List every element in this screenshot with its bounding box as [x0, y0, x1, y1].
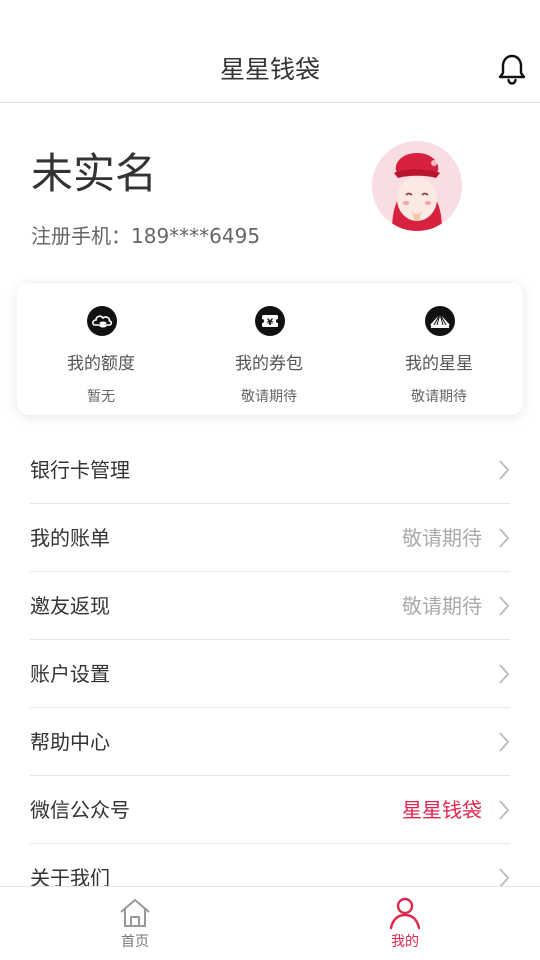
menu-item-bills[interactable]: 我的账单 敬请期待: [30, 504, 510, 572]
home-icon: [120, 899, 150, 927]
bell-icon[interactable]: [496, 52, 528, 86]
page-title: 星星钱袋: [219, 55, 320, 84]
menu-item-help-center[interactable]: 帮助中心: [30, 708, 510, 776]
chevron-right-icon: [499, 664, 510, 684]
menu-item-wechat-account[interactable]: 微信公众号 星星钱袋: [30, 776, 510, 844]
card-label-credit: 我的额度: [67, 354, 135, 374]
menu-label: 账户设置: [30, 662, 110, 686]
card-sub-stars: 敬请期待: [411, 389, 467, 405]
user-name: 未实名: [31, 149, 158, 198]
menu-item-invite-cashback[interactable]: 邀友返现 敬请期待: [30, 572, 510, 640]
avatar[interactable]: [372, 141, 462, 231]
menu-label: 邀友返现: [30, 594, 110, 618]
money-bag-avatar-icon: [372, 141, 462, 231]
chevron-right-icon: [499, 460, 510, 480]
chevron-right-icon: [499, 732, 510, 752]
menu-label: 微信公众号: [30, 798, 130, 822]
svg-text:¥: ¥: [267, 318, 274, 328]
profile-icon: [389, 897, 421, 930]
chevron-right-icon: [499, 528, 510, 548]
card-label-stars: 我的星星: [405, 354, 473, 374]
tab-home[interactable]: 首页: [0, 887, 270, 960]
credit-cloud-icon: [87, 306, 117, 336]
tab-mine[interactable]: 我的: [270, 887, 540, 960]
star-fan-icon: [425, 306, 455, 336]
asset-card: 我的额度 暂无 ¥ 我的券包 敬请期待 我的星星 敬请期待: [17, 283, 523, 415]
menu-item-account-settings[interactable]: 账户设置: [30, 640, 510, 708]
card-sub-credit: 暂无: [87, 389, 115, 405]
menu-item-bank-card[interactable]: 银行卡管理: [30, 436, 510, 504]
menu-label: 我的账单: [30, 526, 110, 550]
bottom-tab-bar: 首页 我的: [0, 886, 540, 960]
menu-label: 银行卡管理: [30, 458, 130, 482]
tab-label: 首页: [121, 934, 149, 950]
tab-label: 我的: [391, 934, 419, 950]
menu-label: 帮助中心: [30, 730, 110, 754]
coupon-icon: ¥: [255, 306, 285, 336]
card-item-coupon[interactable]: ¥ 我的券包 敬请期待: [185, 283, 353, 415]
registered-phone: 注册手机：189****6495: [31, 224, 261, 248]
card-sub-coupon: 敬请期待: [241, 389, 297, 405]
chevron-right-icon: [499, 596, 510, 616]
menu-value: 敬请期待: [402, 594, 482, 618]
top-header: 星星钱袋: [0, 0, 540, 103]
chevron-right-icon: [499, 800, 510, 820]
card-item-stars[interactable]: 我的星星 敬请期待: [355, 283, 523, 415]
menu-value: 星星钱袋: [402, 798, 482, 822]
card-item-credit[interactable]: 我的额度 暂无: [17, 283, 185, 415]
menu-value: 敬请期待: [402, 526, 482, 550]
card-label-coupon: 我的券包: [235, 354, 303, 374]
